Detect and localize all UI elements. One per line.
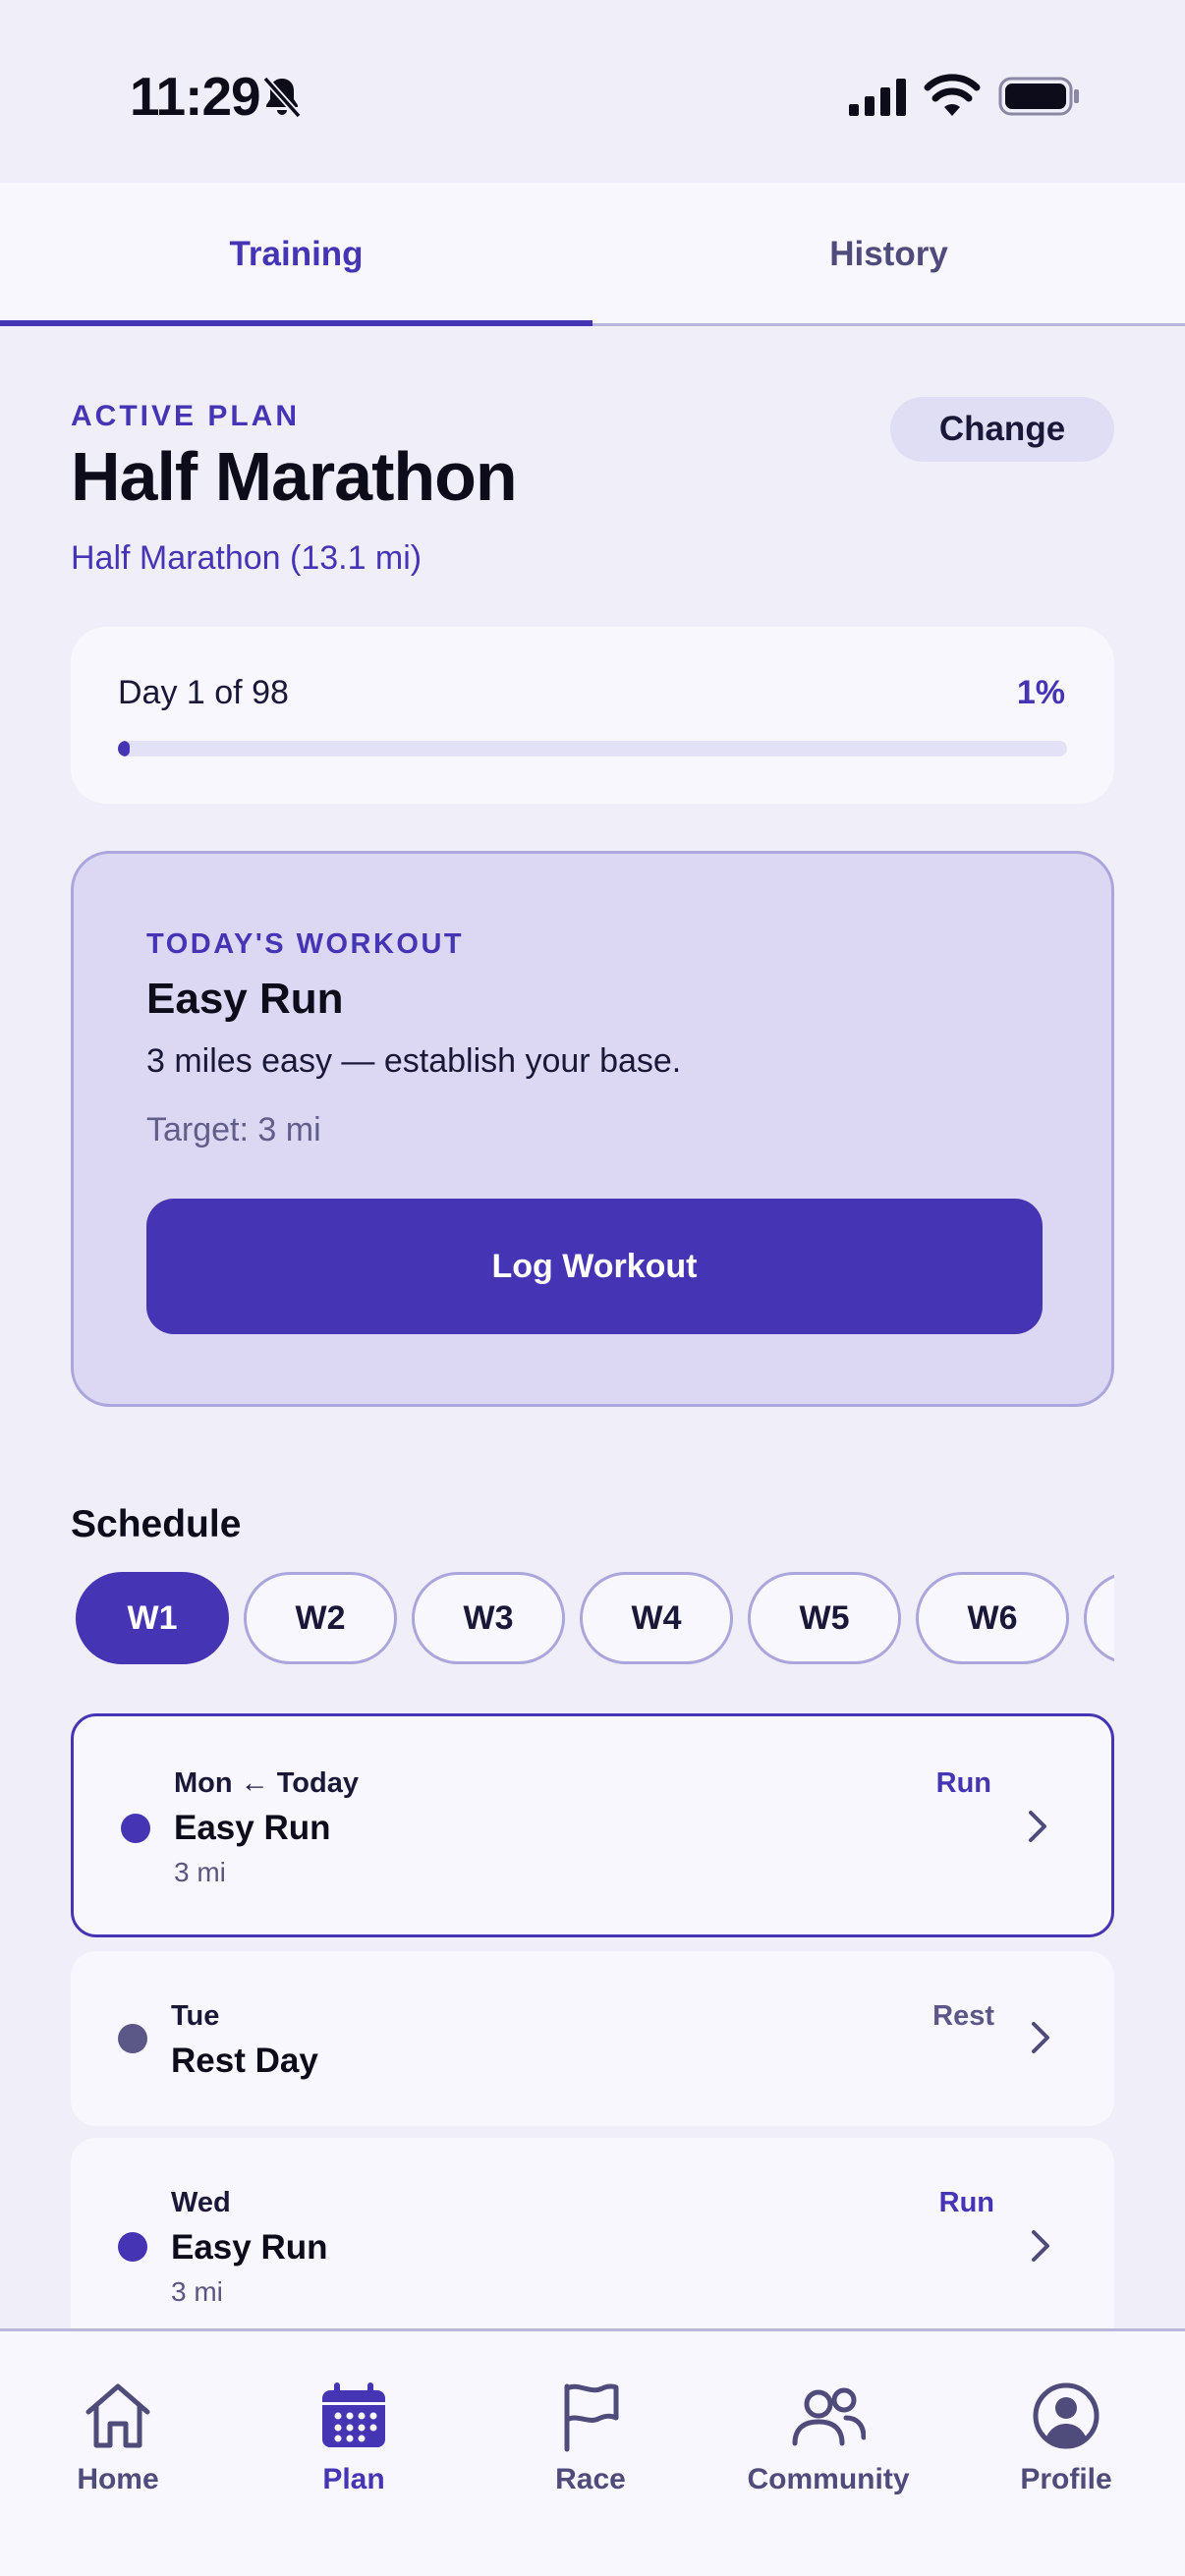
day-title: Rest Day [171,2042,318,2080]
profile-icon [1033,2382,1100,2449]
active-tab-indicator [0,320,592,326]
week-pill-w5[interactable]: W5 [748,1572,901,1664]
schedule-day-tue[interactable]: Tue Rest Day Rest [71,1951,1114,2126]
wifi-icon [924,74,981,116]
signal-icon [849,79,906,116]
week-pill-w4[interactable]: W4 [580,1572,733,1664]
day-type-badge: Run [938,2187,994,2218]
nav-race[interactable]: Race [492,2379,689,2516]
calendar-icon [322,2382,385,2447]
day-title: Easy Run [171,2228,328,2267]
day-distance: 3 mi [171,2276,223,2307]
week-pill-w7[interactable] [1084,1572,1114,1664]
change-plan-button[interactable]: Change [890,397,1114,462]
top-tabs: Training History [0,183,1185,326]
schedule-day-wed[interactable]: Wed Easy Run 3 mi Run [71,2138,1114,2354]
nav-label: Profile [1020,2463,1112,2495]
nav-community[interactable]: Community [730,2379,927,2516]
nav-plan[interactable]: Plan [255,2379,452,2516]
workout-description: 3 miles easy — establish your base. [146,1042,682,1080]
nav-label: Home [77,2463,159,2495]
bottom-nav: Home Plan Race Community Profile [0,2328,1185,2576]
day-name: Mon ← Today [174,1767,359,1799]
day-type-badge: Run [935,1767,991,1799]
tab-training[interactable]: Training [0,183,592,326]
day-progress-text: Day 1 of 98 [118,674,289,711]
status-bar: 11:29 [0,0,1185,183]
run-dot [118,2232,147,2262]
tab-history[interactable]: History [592,183,1185,326]
plan-subtitle: Half Marathon (13.1 mi) [71,539,423,577]
day-name: Wed [171,2187,231,2218]
week-pill-w6[interactable]: W6 [916,1572,1069,1664]
week-pill-w1[interactable]: W1 [76,1572,229,1664]
plan-title: Half Marathon [71,438,518,515]
progress-fill [118,741,130,756]
battery-icon [998,77,1079,116]
schedule-title: Schedule [71,1503,242,1545]
nav-label: Plan [322,2463,385,2495]
schedule-day-mon[interactable]: Mon ← Today Easy Run 3 mi Run [71,1713,1114,1937]
active-plan-label: ACTIVE PLAN [71,400,301,432]
bell-off-icon [262,76,302,119]
rest-dot [118,2024,147,2053]
run-dot [121,1814,150,1843]
progress-card: Day 1 of 98 1% [71,627,1114,804]
progress-track [118,741,1067,756]
nav-label: Race [555,2463,626,2495]
day-name: Tue [171,2000,220,2032]
todays-workout-label: TODAY'S WORKOUT [146,928,465,960]
log-workout-button[interactable]: Log Workout [146,1199,1043,1334]
community-icon [792,2387,866,2446]
day-distance: 3 mi [174,1857,226,1887]
nav-profile[interactable]: Profile [968,2379,1164,2516]
chevron-right-icon [1032,2230,1049,2262]
day-title: Easy Run [174,1809,331,1847]
chevron-right-icon [1032,2022,1049,2053]
week-selector: W1 W2 W3 W4 W5 W6 [71,1570,1114,1668]
week-pill-w2[interactable]: W2 [244,1572,397,1664]
workout-title: Easy Run [146,975,344,1023]
flag-icon [564,2383,619,2452]
progress-percent: 1% [1016,674,1065,711]
workout-target: Target: 3 mi [146,1111,321,1148]
nav-home[interactable]: Home [20,2379,216,2516]
chevron-right-icon [1029,1811,1046,1842]
nav-label: Community [747,2463,910,2495]
todays-workout-card: TODAY'S WORKOUT Easy Run 3 miles easy — … [71,851,1114,1407]
home-icon [85,2383,150,2448]
week-pill-w3[interactable]: W3 [412,1572,565,1664]
status-time: 11:29 [130,66,261,127]
day-type-badge: Rest [932,2000,994,2032]
